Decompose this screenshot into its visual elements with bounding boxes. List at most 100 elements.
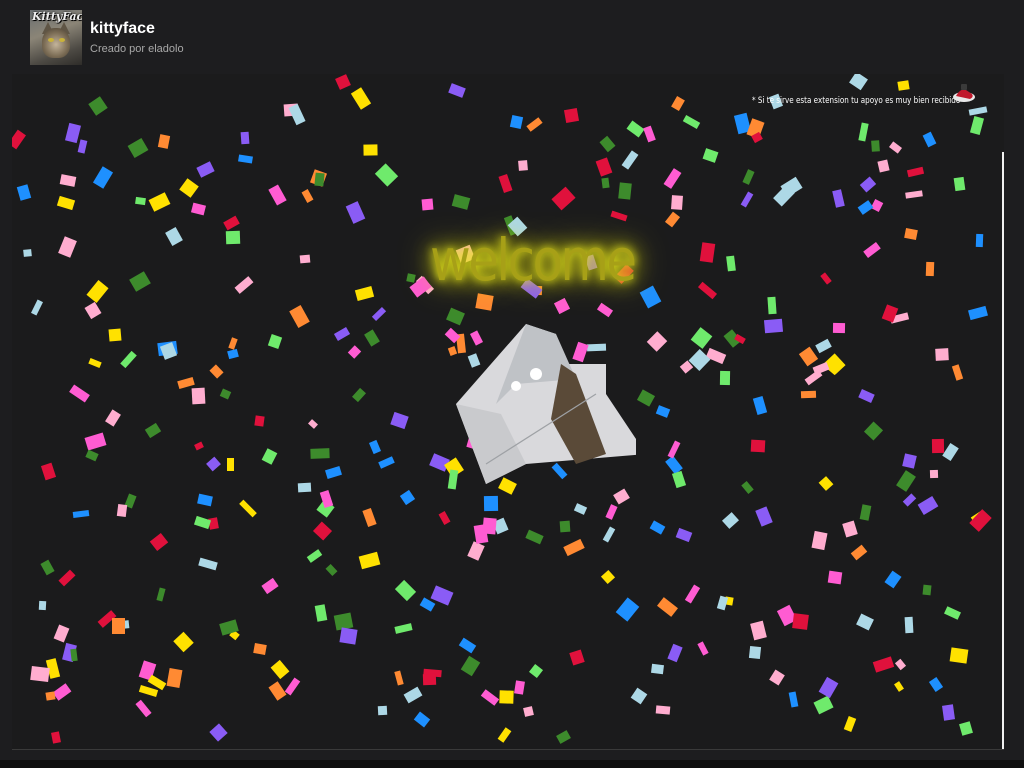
- bottom-bar: [0, 760, 1024, 768]
- confetti-piece: [85, 449, 99, 462]
- confetti-piece: [904, 616, 914, 634]
- confetti-piece: [138, 685, 159, 697]
- confetti-piece: [514, 680, 525, 695]
- confetti-piece: [335, 74, 351, 90]
- confetti-piece: [922, 131, 937, 148]
- confetti-piece: [655, 705, 671, 715]
- confetti-piece: [968, 106, 988, 116]
- confetti-piece: [458, 637, 477, 654]
- confetti-piece: [191, 387, 206, 405]
- confetti-piece: [518, 160, 528, 171]
- confetti-piece: [827, 570, 843, 585]
- cat-eye-right: [59, 38, 65, 42]
- confetti-piece: [671, 470, 687, 489]
- confetti-piece: [297, 482, 312, 493]
- confetti-piece: [832, 322, 846, 334]
- confetti-piece: [448, 83, 466, 98]
- confetti-piece: [690, 327, 713, 349]
- confetti-piece: [374, 163, 399, 187]
- confetti-piece: [818, 676, 839, 699]
- welcome-title: welcome: [430, 226, 637, 294]
- confetti-piece: [621, 150, 639, 170]
- confetti-piece: [261, 577, 279, 595]
- confetti-piece: [877, 159, 890, 173]
- confetti-piece: [84, 301, 102, 320]
- vertical-scrollbar[interactable]: ▲ ▼: [1002, 152, 1004, 749]
- confetti-piece: [288, 103, 306, 126]
- confetti-piece: [156, 587, 166, 602]
- confetti-piece: [310, 448, 330, 459]
- confetti-piece: [525, 529, 544, 545]
- confetti-piece: [270, 659, 290, 680]
- confetti-piece: [800, 390, 817, 399]
- confetti-piece: [209, 364, 224, 379]
- confetti-piece: [818, 476, 834, 491]
- confetti-piece: [129, 271, 151, 292]
- confetti-piece: [842, 520, 858, 538]
- confetti-piece: [227, 348, 239, 360]
- confetti-piece: [649, 520, 666, 535]
- confetti-piece: [602, 526, 616, 543]
- confetti-piece: [626, 120, 645, 138]
- confetti-piece: [922, 584, 932, 596]
- avatar: KittyFace: [30, 10, 82, 65]
- confetti-piece: [705, 347, 727, 365]
- confetti-piece: [358, 551, 381, 570]
- confetti-piece: [748, 645, 762, 660]
- confetti-piece: [120, 350, 137, 369]
- confetti-piece: [378, 456, 395, 469]
- confetti-piece: [615, 597, 640, 622]
- confetti-piece: [253, 643, 267, 655]
- confetti-piece: [897, 80, 910, 91]
- confetti-piece: [209, 723, 228, 742]
- confetti-piece: [675, 527, 693, 543]
- confetti-piece: [843, 716, 857, 732]
- confetti-piece: [69, 384, 90, 403]
- confetti-piece: [573, 503, 588, 515]
- confetti-piece: [225, 230, 241, 245]
- triangle-up-icon[interactable]: ▲: [1002, 152, 1004, 166]
- confetti-piece: [646, 331, 668, 352]
- confetti-piece: [289, 305, 310, 328]
- confetti-piece: [240, 131, 250, 145]
- confetti-piece: [595, 157, 613, 177]
- confetti-piece: [148, 192, 171, 212]
- confetti-piece: [498, 173, 513, 194]
- confetti-piece: [769, 669, 785, 686]
- confetti-piece: [726, 255, 736, 272]
- confetti-piece: [553, 297, 571, 315]
- confetti-piece: [268, 184, 287, 206]
- confetti-piece: [59, 174, 77, 187]
- confetti-piece: [563, 107, 580, 124]
- confetti-piece: [350, 87, 372, 110]
- confetti-piece: [849, 74, 868, 91]
- donate-note[interactable]: * Si te sirve esta extension tu apoyo es…: [752, 96, 960, 112]
- confetti-piece: [368, 439, 382, 455]
- confetti-piece: [863, 241, 881, 259]
- confetti-piece: [157, 134, 171, 149]
- confetti-piece: [223, 215, 240, 231]
- confetti-piece: [969, 509, 992, 532]
- confetti-piece: [135, 196, 146, 206]
- confetti-piece: [528, 663, 544, 679]
- confetti-piece: [254, 415, 265, 427]
- confetti-piece: [509, 114, 524, 130]
- confetti-piece: [906, 166, 925, 178]
- confetti-piece: [268, 681, 287, 701]
- confetti-piece: [56, 195, 76, 211]
- confetti-piece: [239, 499, 257, 518]
- confetti-piece: [377, 705, 388, 716]
- donate-shoe-icon[interactable]: [952, 82, 976, 104]
- confetti-piece: [697, 281, 718, 300]
- confetti-piece: [884, 570, 902, 589]
- confetti-piece: [904, 227, 918, 241]
- confetti-piece: [792, 613, 809, 630]
- confetti-piece: [116, 503, 128, 518]
- confetti-piece: [905, 190, 923, 199]
- confetti-piece: [234, 276, 254, 294]
- app-subtitle: Creado por eladolo: [90, 43, 184, 55]
- confetti-piece: [345, 201, 366, 224]
- confetti-piece: [935, 348, 949, 361]
- confetti-piece: [663, 168, 682, 189]
- confetti-piece: [596, 302, 614, 318]
